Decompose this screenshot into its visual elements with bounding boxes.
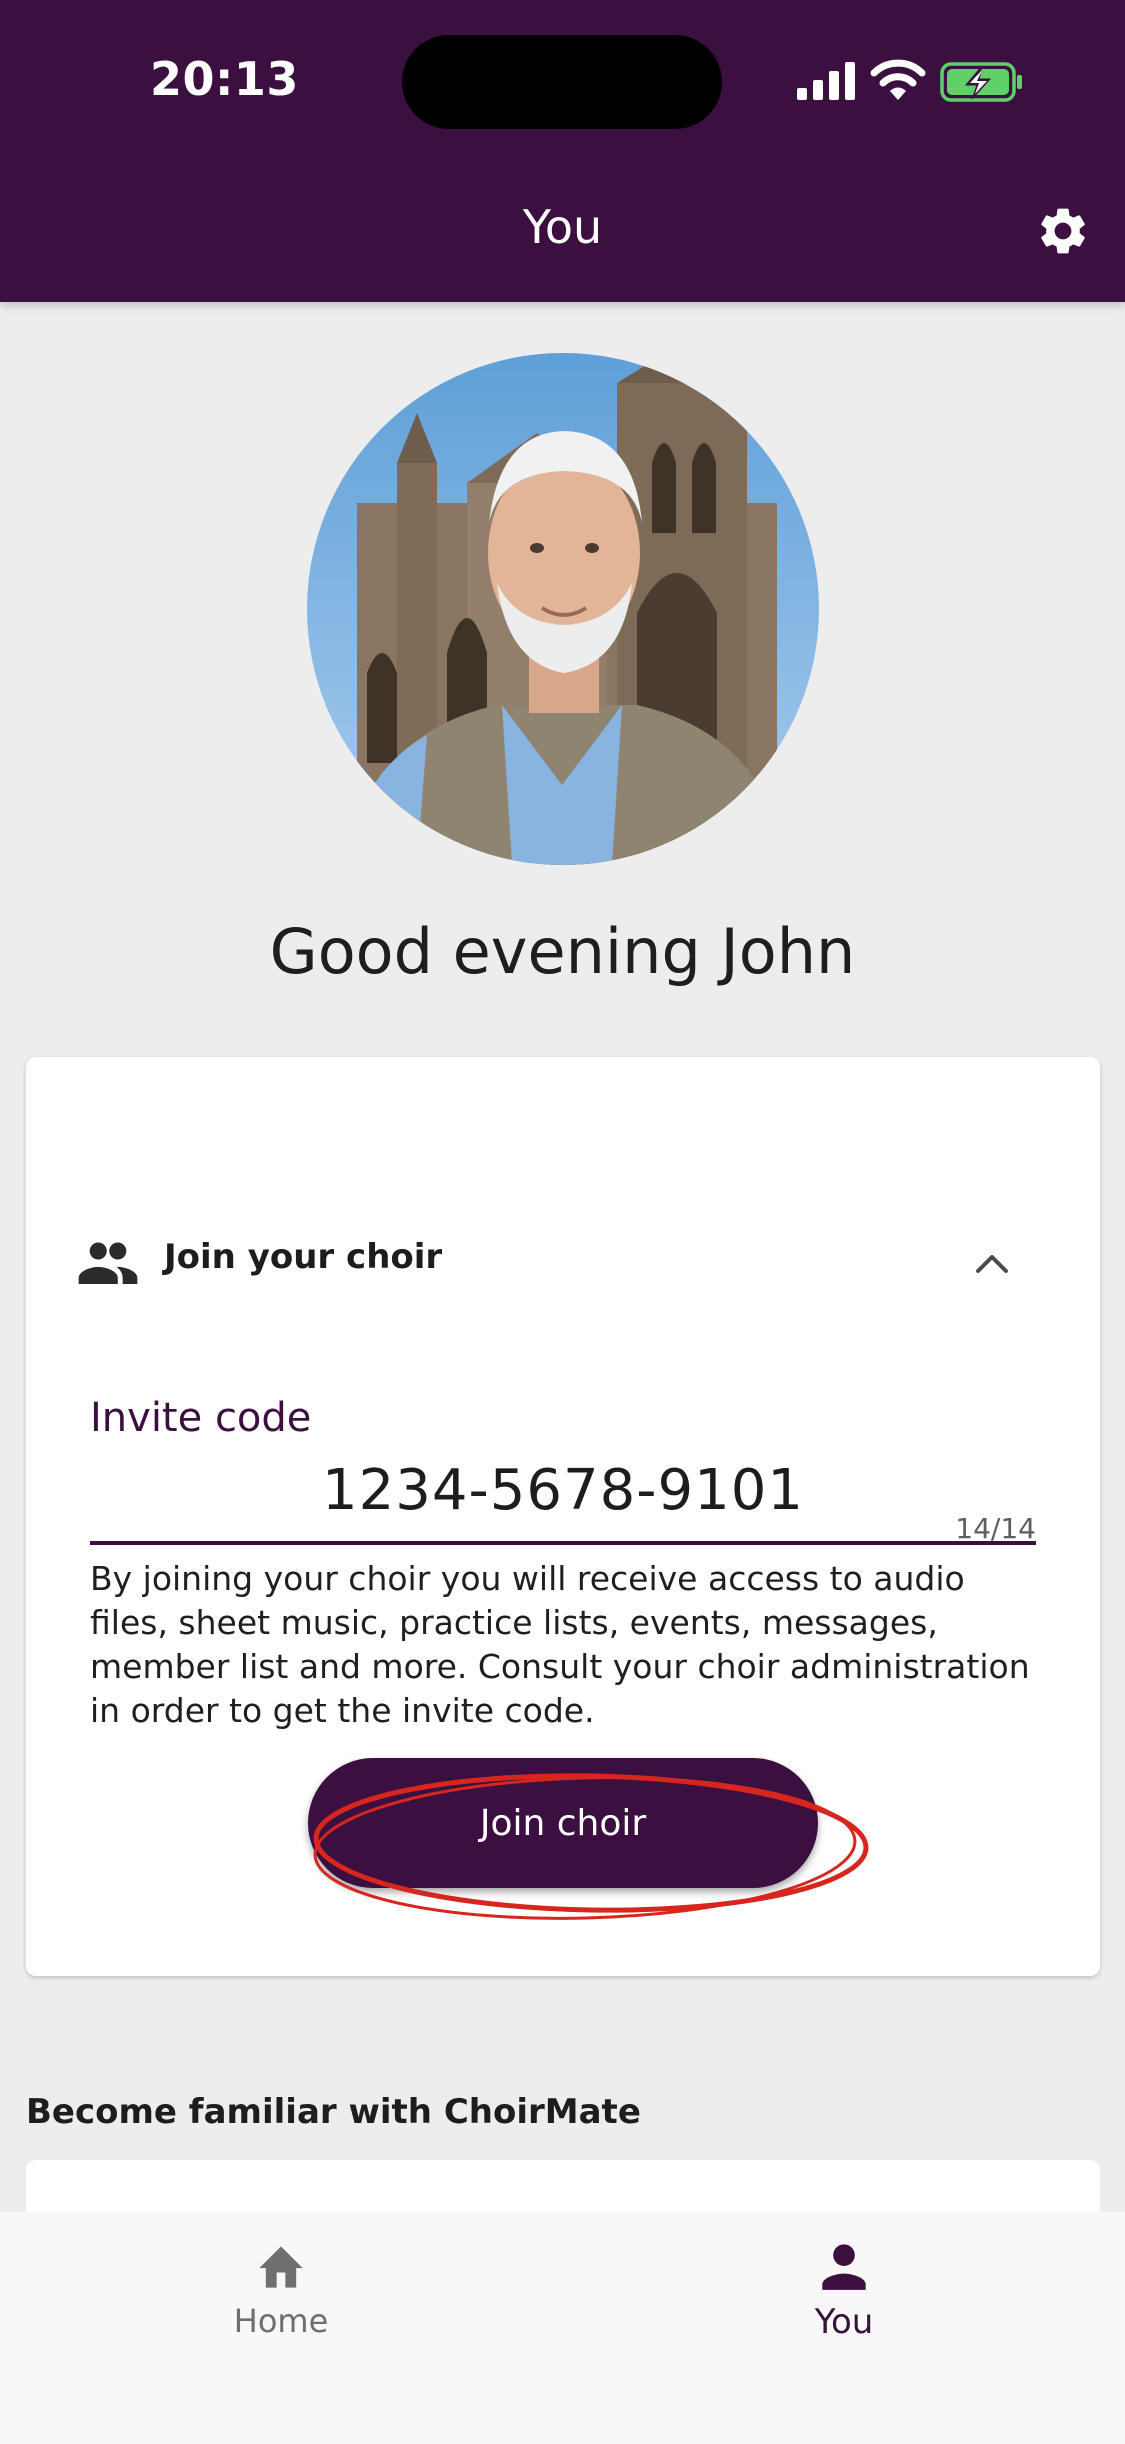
signal-icon bbox=[797, 62, 855, 100]
join-choir-card: Join your choir Invite code 14/14 By joi… bbox=[26, 1057, 1100, 1976]
char-counter: 14/14 bbox=[955, 1512, 1036, 1545]
section-heading: Become familiar with ChoirMate bbox=[26, 2092, 641, 2132]
nav-item-you[interactable]: You bbox=[694, 2212, 994, 2372]
wifi-icon bbox=[870, 59, 926, 100]
join-choir-expander[interactable]: Join your choir bbox=[26, 1177, 1100, 1343]
home-icon bbox=[259, 2246, 303, 2288]
settings-button[interactable] bbox=[1032, 200, 1094, 262]
person-icon bbox=[822, 2244, 866, 2290]
bottom-navigation: Home You bbox=[0, 2212, 1125, 2444]
nav-item-home[interactable]: Home bbox=[131, 2212, 431, 2372]
people-icon bbox=[78, 1242, 138, 1284]
avatar[interactable] bbox=[307, 353, 819, 865]
page-title: You bbox=[522, 200, 603, 254]
join-description: By joining your choir you will receive a… bbox=[90, 1559, 1030, 1730]
invite-code-label: Invite code bbox=[90, 1395, 312, 1441]
status-time: 20:13 bbox=[150, 52, 299, 106]
app-header: 20:13 You bbox=[0, 0, 1125, 302]
nav-label-home: Home bbox=[233, 2302, 329, 2340]
dynamic-island bbox=[402, 35, 722, 129]
greeting-text: Good evening John bbox=[269, 915, 856, 988]
profile-photo bbox=[307, 353, 819, 865]
nav-label-you: You bbox=[814, 2302, 874, 2342]
card-title: Join your choir bbox=[164, 1237, 443, 1277]
chevron-up-icon[interactable] bbox=[974, 1249, 1010, 1277]
battery-charging-icon bbox=[940, 62, 1022, 102]
join-choir-button[interactable]: Join choir bbox=[308, 1758, 818, 1888]
gear-icon bbox=[1041, 208, 1085, 254]
